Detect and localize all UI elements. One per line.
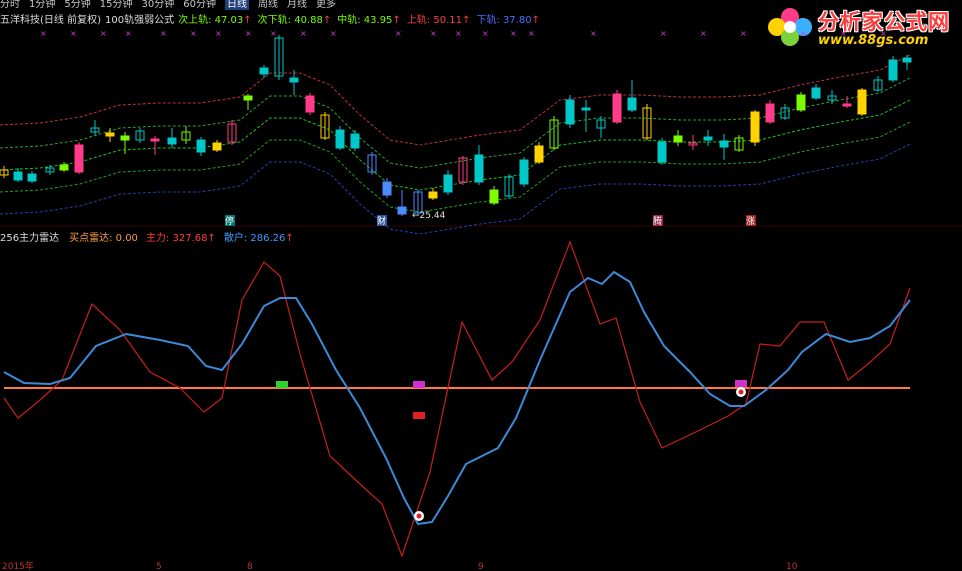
mark-2: 腾: [653, 215, 662, 227]
marker-x-10: ×: [330, 29, 337, 38]
candle-44: [673, 135, 683, 143]
candle-1: [13, 171, 23, 181]
candle-40: [612, 93, 622, 123]
candle-43: [657, 141, 667, 163]
candle-16: [243, 95, 253, 101]
candle-35: [534, 145, 544, 163]
x-axis-label-3: 9: [478, 562, 484, 571]
candle-5: [74, 144, 84, 173]
marker-x-23: ×: [880, 29, 887, 38]
candle-22: [335, 129, 345, 149]
mark-3: 涨: [746, 216, 755, 227]
candle-4: [59, 164, 69, 171]
marker-x-12: ×: [430, 29, 437, 38]
candle-47: [719, 140, 729, 148]
signal-block-0: [276, 381, 288, 388]
marker-x-21: ×: [800, 29, 807, 38]
candle-53: [811, 87, 821, 99]
mark-0: 停: [225, 215, 234, 227]
candle-31: [474, 154, 484, 183]
marker-x-4: ×: [160, 29, 167, 38]
lower-band: [0, 143, 911, 235]
x-axis-label-1: 5: [156, 562, 162, 571]
main-force-line: [3, 240, 911, 558]
marker-x-1: ×: [70, 29, 77, 38]
marker-x-22: ×: [840, 29, 847, 38]
candle-32: [489, 189, 499, 204]
marker-x-7: ×: [245, 29, 252, 38]
marker-x-14: ×: [482, 29, 489, 38]
candle-14: [212, 142, 222, 151]
candle-34: [519, 159, 529, 185]
candle-8: [120, 135, 130, 141]
marker-x-0: ×: [40, 29, 47, 38]
x-axis-label-4: 10: [786, 562, 798, 571]
candle-2: [27, 173, 37, 182]
buy-point-dot-1: [738, 389, 744, 395]
candle-10: [150, 138, 160, 142]
marker-x-13: ×: [455, 29, 462, 38]
candle-37: [565, 99, 575, 125]
marker-x-9: ×: [300, 29, 307, 38]
candle-29: [443, 174, 453, 193]
candle-49: [750, 111, 760, 143]
candle-17: [259, 67, 269, 75]
marker-x-15: ×: [510, 29, 517, 38]
marker-x-8: ×: [270, 29, 277, 38]
marker-x-5: ×: [190, 29, 197, 38]
x-axis-label-0: 2015年: [2, 560, 34, 571]
candle-38: [581, 107, 591, 111]
marker-x-18: ×: [660, 29, 667, 38]
signal-block-3: [413, 412, 425, 419]
candle-59: [902, 57, 912, 63]
candle-7: [105, 132, 115, 137]
candle-20: [305, 95, 315, 113]
candle-11: [167, 137, 177, 145]
candle-52: [796, 94, 806, 111]
candle-46: [703, 136, 713, 141]
x-axis-label-2: 8: [247, 562, 253, 571]
marker-x-19: ×: [700, 29, 707, 38]
buy-point-dot-0: [416, 513, 422, 519]
candle-23: [350, 133, 360, 149]
marker-x-6: ×: [215, 29, 222, 38]
candle-55: [842, 103, 852, 107]
candle-28: [428, 191, 438, 199]
marker-x-16: ×: [528, 29, 535, 38]
candle-13: [196, 139, 206, 153]
mark-1: 财: [377, 215, 386, 227]
marker-x-3: ×: [125, 29, 132, 38]
signal-block-1: [413, 381, 425, 388]
signal-block-2: [735, 380, 747, 387]
candle-50: [765, 103, 775, 123]
candle-26: [397, 206, 407, 215]
low-price-label: ←25.44: [412, 211, 446, 221]
candle-41: [627, 97, 637, 111]
stock-chart[interactable]: × × × × × × × × × × × × × × × × × × × × × × × × ←25.44 停 财 腾 涨 2015年 5…: [0, 0, 962, 571]
marker-x-20: ×: [740, 29, 747, 38]
candle-58: [888, 59, 898, 81]
candle-56: [857, 89, 867, 115]
marker-x-2: ×: [100, 29, 107, 38]
candle-25: [382, 181, 392, 196]
candle-19: [289, 77, 299, 83]
marker-x-11: ×: [395, 29, 402, 38]
retail-line: [3, 270, 911, 526]
marker-x-17: ×: [590, 29, 597, 38]
